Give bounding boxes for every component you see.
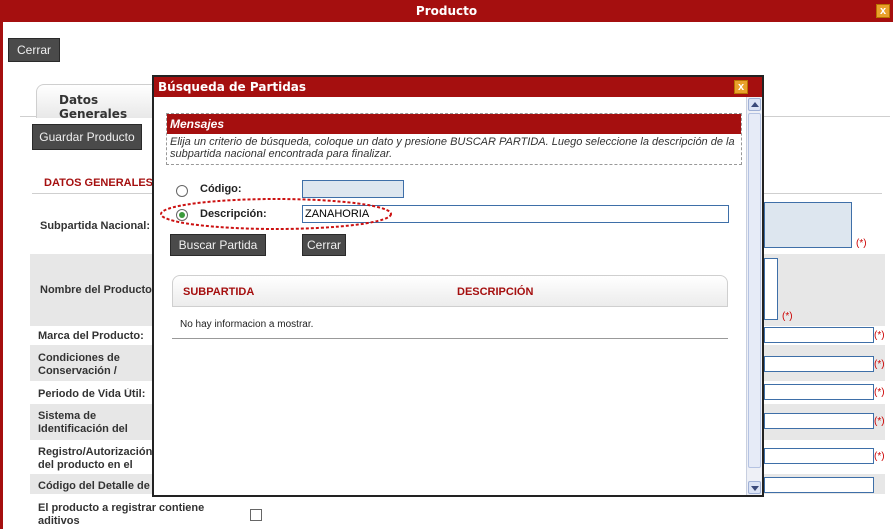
field-label: Nombre del Producto:: [40, 284, 152, 296]
required-mark: (*): [874, 387, 885, 398]
required-mark: (*): [874, 451, 885, 462]
required-mark: (*): [874, 330, 885, 341]
vida-util-field[interactable]: [764, 384, 874, 400]
aditivos-checkbox[interactable]: [250, 509, 262, 521]
cerrar-button[interactable]: Cerrar: [302, 234, 346, 256]
window-edge: [0, 22, 3, 529]
codigo-label: Código:: [200, 183, 242, 195]
highlight-ellipse: [160, 198, 392, 230]
dialog-body: Mensajes Elija un criterio de búsqueda, …: [154, 97, 746, 495]
buscar-partida-button[interactable]: Buscar Partida: [170, 234, 266, 256]
guardar-producto-button[interactable]: Guardar Producto: [32, 124, 142, 150]
dialog-title: Búsqueda de Partidas: [154, 77, 762, 97]
nombre-field[interactable]: [764, 258, 778, 320]
required-mark: (*): [874, 416, 885, 427]
field-label: El producto a registrar contiene aditivo…: [38, 502, 205, 527]
column-header-subpartida: SUBPARTIDA: [183, 286, 255, 298]
mensajes-text: Elija un criterio de búsqueda, coloque u…: [170, 136, 735, 160]
required-mark: (*): [782, 311, 793, 322]
window-title: Producto: [0, 0, 893, 22]
condiciones-field[interactable]: [764, 356, 874, 372]
close-icon[interactable]: x: [734, 80, 748, 94]
field-label: Periodo de Vida Útil:: [38, 388, 146, 400]
sistema-field[interactable]: [764, 413, 874, 429]
results-table-header: SUBPARTIDA DESCRIPCIÓN: [172, 275, 728, 307]
empty-message: No hay informacion a mostrar.: [180, 319, 314, 330]
field-label: Registro/Autorización del producto en el…: [38, 446, 152, 471]
registro-field[interactable]: [764, 448, 874, 464]
marca-field[interactable]: [764, 327, 874, 343]
scroll-thumb[interactable]: [748, 113, 761, 468]
field-label: Subpartida Nacional:: [40, 220, 151, 232]
close-icon[interactable]: x: [876, 4, 890, 18]
required-mark: (*): [874, 359, 885, 370]
subpartida-field[interactable]: [764, 202, 852, 248]
mensajes-panel: Mensajes Elija un criterio de búsqueda, …: [166, 113, 742, 165]
field-label: Condiciones de Conservación / Almacenami…: [38, 352, 120, 377]
mensajes-header: Mensajes: [167, 114, 741, 134]
codigo-detalle-field[interactable]: [764, 477, 874, 493]
results-empty-row: No hay informacion a mostrar.: [172, 307, 728, 339]
busqueda-partidas-dialog: Búsqueda de Partidas x Mensajes Elija un…: [152, 75, 764, 497]
section-title: DATOS GENERALES: [44, 177, 153, 189]
scroll-up-arrow[interactable]: [748, 98, 761, 111]
tab-datos-generales[interactable]: Datos Generales: [36, 84, 166, 121]
field-label: Sistema de Identificación del Producto:: [38, 410, 128, 435]
field-label: Código del Detalle de: [38, 480, 150, 492]
field-label: Marca del Producto:: [38, 330, 144, 342]
column-header-descripcion: DESCRIPCIÓN: [457, 286, 534, 298]
cerrar-button[interactable]: Cerrar: [8, 38, 60, 62]
required-mark: (*): [856, 238, 867, 249]
scroll-down-arrow[interactable]: [748, 481, 761, 494]
dialog-scrollbar[interactable]: [746, 97, 762, 495]
